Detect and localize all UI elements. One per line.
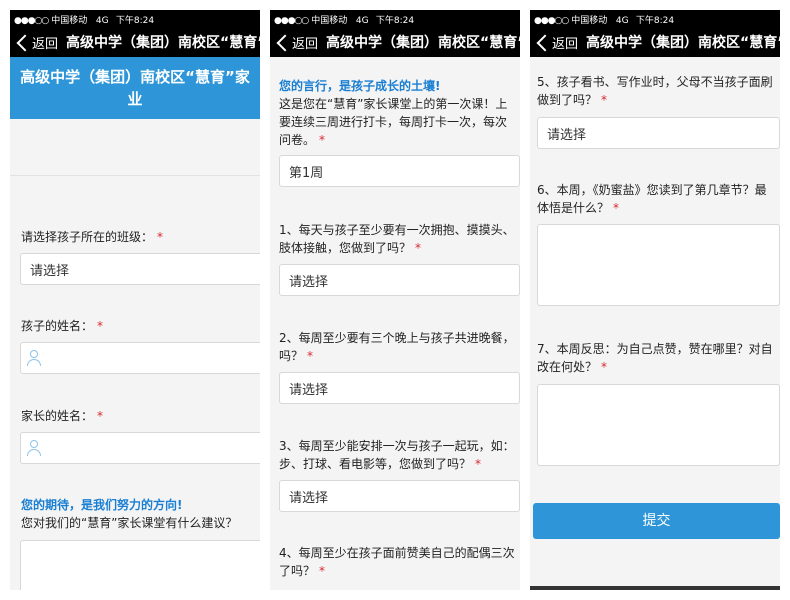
submit-button[interactable]: 提交 [533, 503, 780, 539]
question-7-textarea[interactable] [537, 384, 780, 466]
parent-name-label: 家长的姓名： * [21, 409, 104, 423]
chevron-left-icon [276, 34, 294, 51]
week-select-value: 第1周 [289, 165, 324, 181]
person-icon [26, 439, 42, 457]
back-button[interactable]: 返回 [534, 33, 578, 52]
class-select-value: 请选择 [30, 263, 70, 279]
status-bar: ●●●○○ 中国移动 4G 下午8:24 [10, 10, 260, 27]
week-select[interactable]: 第1周 [279, 155, 520, 187]
intro-text: 这是您在“慧育”家长课堂上的第一次课！上 要连续三周进行打卡，每周打卡一次，每次… [279, 97, 508, 147]
question-5-select[interactable]: 请选择 [537, 117, 780, 149]
divider [10, 175, 260, 176]
select-value: 请选择 [547, 127, 587, 143]
question-2-select[interactable]: 请选择 [279, 372, 520, 404]
question-4-label: 4、每周至少在孩子面前赞美自己的配偶三次 了吗？ * [279, 546, 515, 578]
phone-screen-2: ●●●○○中国移动 4G 下午8:24 返回 高级中学（集团）南校区“慧育”家长… [270, 10, 520, 590]
page-title: 高级中学（集团）南校区“慧育”家长课堂 [326, 35, 520, 51]
bottom-bar [530, 586, 780, 590]
class-label: 请选择孩子所在的班级： * [21, 230, 164, 244]
person-icon [26, 349, 42, 367]
phone-screen-1: ●●●○○中国移动 4G 下午8:24 返回 高级中学（集团）南校区“慧育”家长… [10, 10, 260, 590]
class-select[interactable]: 请选择 [20, 253, 260, 285]
status-bar: ●●●○○ 中国移动 4G 下午8:24 [530, 10, 780, 27]
back-button[interactable]: 返回 [274, 33, 318, 52]
question-6-label: 6、本周，《奶蜜盐》您读到了第几章节？最 体悟是什么？ * [537, 183, 767, 215]
chevron-left-icon [536, 34, 554, 51]
section-heading: 您的期待，是我们努力的方向! [21, 498, 183, 512]
page-title: 高级中学（集团）南校区“慧育”家长课堂 [66, 35, 260, 51]
nav-bar: 返回 高级中学（集团）南校区“慧育”家长课堂 [270, 27, 520, 57]
select-value: 请选择 [289, 382, 329, 398]
nav-bar: 返回 高级中学（集团）南校区“慧育”家长课堂 [10, 27, 260, 57]
question-1-label: 1、每天与孩子至少要有一次拥抱、摸摸头、 肢体接触，您做到了吗？ * [279, 223, 515, 255]
clock: 下午8:24 [375, 16, 415, 26]
back-label: 返回 [292, 37, 319, 52]
banner-line-2: 业 [127, 90, 143, 108]
clock: 下午8:24 [635, 16, 675, 26]
question-3-label: 3、每周至少能安排一次与孩子一起玩，如： 步、打球、看电影等，您做到了吗？ * [279, 439, 515, 471]
question-6-textarea[interactable] [537, 224, 780, 306]
form-title-banner: 高级中学（集团）南校区“慧育”家 业 [10, 57, 260, 119]
child-name-input[interactable] [20, 342, 260, 374]
back-label: 返回 [32, 37, 59, 52]
parent-name-input[interactable] [20, 432, 260, 464]
question-1-select[interactable]: 请选择 [279, 264, 520, 296]
question-7-label: 7、本周反思：为自己点赞，赞在哪里？对自 改在何处？ * [537, 342, 773, 374]
question-5-label: 5、孩子看书、写作业时，父母不当孩子面刷 做到了吗？ * [537, 75, 773, 107]
suggestion-label: 您对我们的“慧育”家长课堂有什么建议？ [21, 516, 238, 530]
phone-screen-3: ●●●○○中国移动 4G 下午8:24 返回 高级中学（集团）南校区“慧育”家长… [530, 10, 780, 590]
child-name-label: 孩子的姓名： * [21, 319, 104, 333]
section-heading: 您的言行，是孩子成长的土壤! [279, 79, 441, 93]
select-value: 请选择 [289, 490, 329, 506]
banner-line-1: 高级中学（集团）南校区“慧育”家 [20, 68, 250, 86]
question-3-select[interactable]: 请选择 [279, 480, 520, 512]
back-button[interactable]: 返回 [14, 33, 58, 52]
select-value: 请选择 [289, 274, 329, 290]
nav-bar: 返回 高级中学（集团）南校区“慧育”家长课堂 [530, 27, 780, 57]
page-title: 高级中学（集团）南校区“慧育”家长课堂 [586, 35, 780, 51]
chevron-left-icon [16, 34, 34, 51]
clock: 下午8:24 [115, 16, 155, 26]
suggestion-textarea[interactable] [20, 540, 260, 590]
status-bar: ●●●○○ 中国移动 4G 下午8:24 [270, 10, 520, 27]
back-label: 返回 [552, 37, 579, 52]
question-2-label: 2、每周至少要有三个晚上与孩子共进晚餐， 吗？ * [279, 331, 515, 363]
